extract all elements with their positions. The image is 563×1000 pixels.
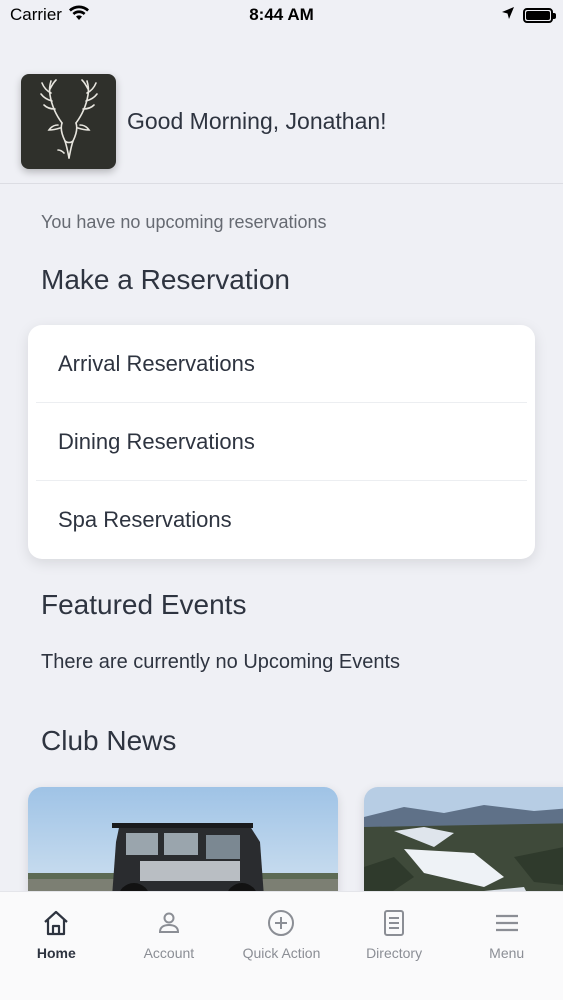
club-logo	[21, 74, 116, 169]
make-reservation-title: Make a Reservation	[41, 264, 291, 295]
greeting-header: Good Morning, Jonathan!	[0, 60, 563, 184]
tab-account[interactable]: Account	[113, 908, 225, 1000]
location-arrow-icon	[501, 5, 515, 25]
no-reservations-message: You have no upcoming reservations	[41, 212, 327, 232]
carrier-label: Carrier	[10, 5, 62, 24]
featured-events-title: Featured Events	[41, 589, 247, 620]
club-news-title: Club News	[41, 725, 177, 756]
status-left: Carrier	[10, 5, 90, 26]
reservation-item-label: Arrival Reservations	[58, 350, 255, 376]
home-icon	[41, 908, 71, 941]
tab-label: Account	[143, 945, 195, 961]
status-right	[501, 5, 556, 25]
reservation-item-label: Dining Reservations	[58, 428, 255, 454]
tab-menu[interactable]: Menu	[451, 908, 563, 1000]
tab-label: Menu	[489, 945, 525, 961]
arrival-reservations-item[interactable]: Arrival Reservations	[36, 325, 527, 403]
tab-home[interactable]: Home	[0, 908, 112, 1000]
wifi-icon	[68, 5, 90, 26]
dining-reservations-item[interactable]: Dining Reservations	[36, 403, 527, 481]
tab-label: Home	[36, 945, 76, 961]
tab-label: Directory	[366, 945, 423, 961]
plus-circle-icon	[266, 908, 296, 941]
bottom-tab-bar: Home Account Quick Action Directory Menu	[0, 891, 563, 1000]
tab-label: Quick Action	[242, 945, 321, 961]
hamburger-icon	[492, 908, 522, 941]
tab-quick-action[interactable]: Quick Action	[225, 908, 337, 1000]
no-events-message: There are currently no Upcoming Events	[41, 651, 401, 673]
document-list-icon	[379, 908, 409, 941]
person-icon	[154, 908, 184, 941]
battery-icon	[523, 7, 556, 23]
reservation-item-label: Spa Reservations	[58, 507, 232, 532]
status-bar: Carrier 8:44 AM	[0, 0, 563, 30]
reservation-list: Arrival Reservations Dining Reservations…	[28, 325, 535, 559]
greeting-text: Good Morning, Jonathan!	[127, 108, 387, 134]
tab-directory[interactable]: Directory	[338, 908, 450, 1000]
spa-reservations-item[interactable]: Spa Reservations	[36, 481, 527, 559]
deer-antlers-icon	[38, 79, 100, 164]
